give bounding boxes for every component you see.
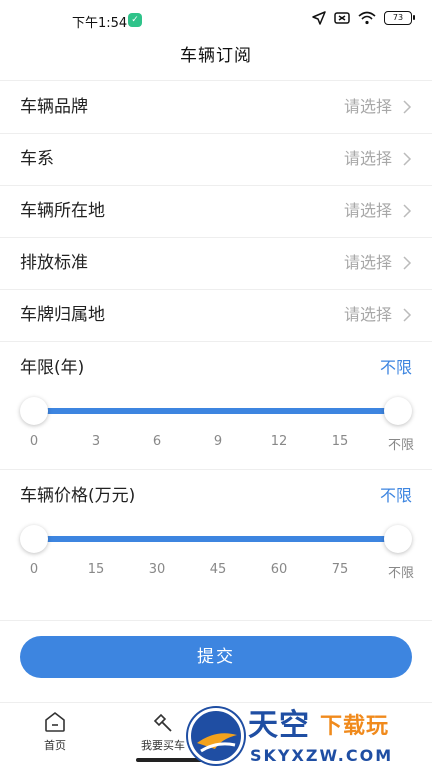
- tick-label: 30: [148, 562, 166, 577]
- chevron-right-icon: [403, 100, 412, 114]
- chevron-right-icon: [403, 204, 412, 218]
- location-value: 请选择: [343, 201, 392, 220]
- emission-row[interactable]: 排放标准 请选择: [0, 237, 432, 289]
- watermark-title: 天空: [248, 708, 310, 743]
- emission-value: 请选择: [343, 253, 392, 272]
- brand-label: 车辆品牌: [20, 97, 88, 117]
- status-icons: 73: [312, 11, 415, 25]
- divider: [0, 469, 432, 470]
- tick-label: 12: [270, 434, 288, 449]
- tick-label: 60: [270, 562, 288, 577]
- tick-label: 不限: [387, 566, 415, 581]
- price-range-header: 车辆价格(万元) 不限: [0, 476, 432, 516]
- status-time: 下午1:54: [72, 16, 128, 31]
- divider: [0, 341, 432, 342]
- plate-region-label: 车牌归属地: [20, 305, 105, 325]
- status-bar: 下午1:54 ✓ 73: [0, 0, 432, 40]
- chevron-right-icon: [403, 308, 412, 322]
- tick-label: 45: [209, 562, 227, 577]
- age-max-handle[interactable]: [384, 397, 412, 425]
- price-max-handle[interactable]: [384, 525, 412, 553]
- home-icon: [45, 712, 65, 732]
- chevron-right-icon: [403, 256, 412, 270]
- age-range-ticks: 0 3 6 9 12 15 不限: [20, 434, 420, 454]
- tick-label: 不限: [387, 438, 415, 453]
- series-row[interactable]: 车系 请选择: [0, 133, 432, 185]
- series-value: 请选择: [343, 149, 392, 168]
- emission-label: 排放标准: [20, 253, 88, 273]
- tick-label: 3: [91, 434, 101, 449]
- location-arrow-icon: [312, 11, 326, 25]
- price-range-slider[interactable]: [20, 524, 412, 554]
- age-range-slider[interactable]: [20, 396, 412, 426]
- tick-label: 9: [213, 434, 223, 449]
- tab-home[interactable]: 首页: [0, 703, 110, 763]
- slider-track: [34, 536, 398, 542]
- tick-label: 15: [87, 562, 105, 577]
- watermark-logo-icon: [188, 708, 244, 764]
- tick-label: 15: [331, 434, 349, 449]
- brand-value: 请选择: [343, 97, 392, 116]
- price-range-ticks: 0 15 30 45 60 75 不限: [20, 562, 420, 582]
- notification-icon: ✓: [128, 13, 142, 27]
- plate-region-value: 请选择: [343, 305, 392, 324]
- age-range-value: 不限: [379, 358, 412, 377]
- series-label: 车系: [20, 149, 54, 169]
- tick-label: 0: [29, 562, 39, 577]
- price-range-value: 不限: [379, 486, 412, 505]
- age-range-label: 年限(年): [20, 358, 85, 378]
- age-min-handle[interactable]: [20, 397, 48, 425]
- divider: [0, 620, 432, 621]
- price-min-handle[interactable]: [20, 525, 48, 553]
- hammer-icon: [153, 713, 172, 732]
- location-label: 车辆所在地: [20, 201, 105, 221]
- battery-icon: 73: [384, 11, 415, 25]
- plate-region-row[interactable]: 车牌归属地 请选择: [0, 289, 432, 341]
- age-range-header: 年限(年) 不限: [0, 348, 432, 388]
- watermark-subtitle: 下载玩: [320, 714, 390, 739]
- site-watermark: 天空 下载玩 SKYXZW.COM: [188, 706, 432, 768]
- slider-track: [34, 408, 398, 414]
- tab-home-label: 首页: [44, 739, 66, 752]
- submit-button[interactable]: 提交: [20, 636, 412, 678]
- location-row[interactable]: 车辆所在地 请选择: [0, 185, 432, 237]
- chevron-right-icon: [403, 152, 412, 166]
- price-range-label: 车辆价格(万元): [20, 486, 136, 506]
- wifi-icon: [358, 11, 376, 25]
- tick-label: 6: [152, 434, 162, 449]
- brand-row[interactable]: 车辆品牌 请选择: [0, 81, 432, 133]
- no-sim-icon: [334, 12, 350, 24]
- watermark-domain: SKYXZW.COM: [250, 746, 394, 765]
- tick-label: 75: [331, 562, 349, 577]
- tick-label: 0: [29, 434, 39, 449]
- page-title: 车辆订阅: [180, 46, 252, 66]
